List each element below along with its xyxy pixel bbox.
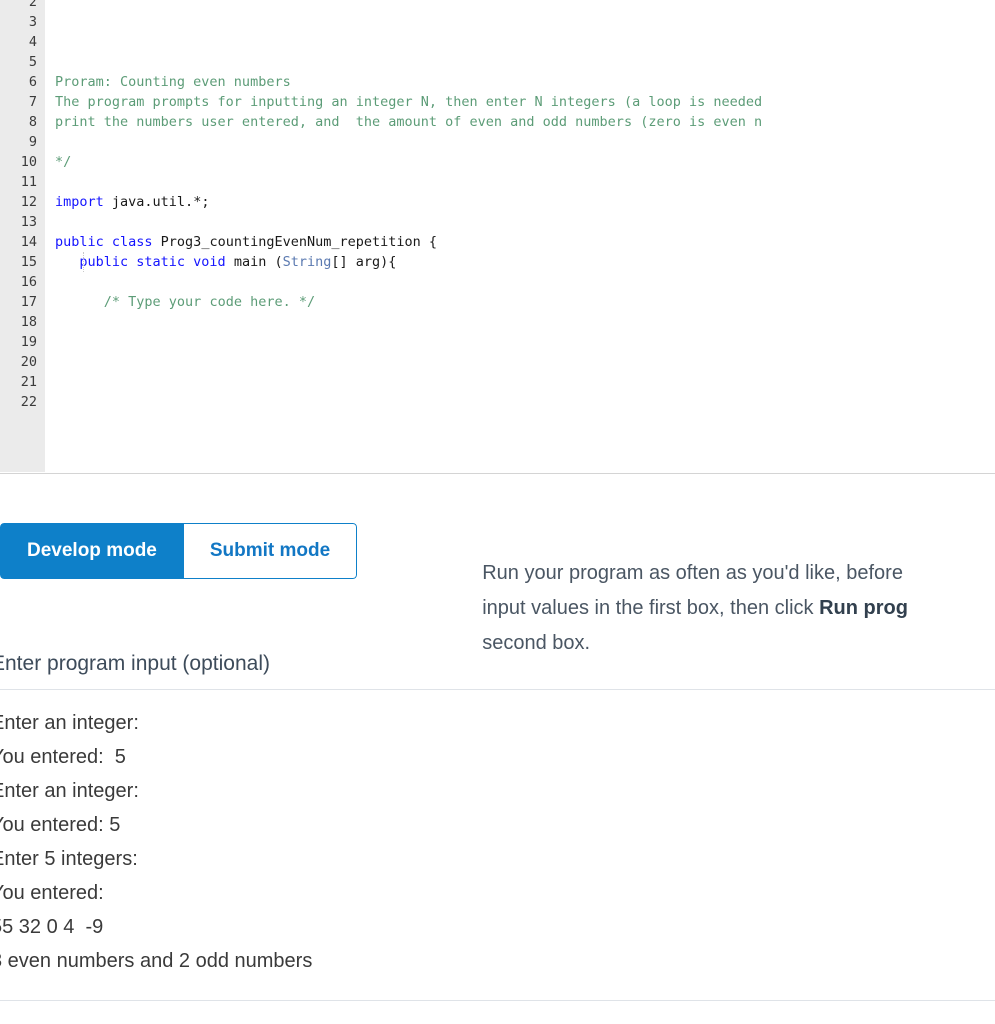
line-number: 12 xyxy=(20,194,37,210)
line-number: 20 xyxy=(20,354,37,370)
console-output-line: Enter 5 integers: xyxy=(0,848,138,870)
code-token: import xyxy=(55,194,104,210)
code-text-area[interactable]: Proram: Counting even numbers The program… xyxy=(45,0,995,472)
instructions-line-3: second box. xyxy=(482,632,591,654)
line-number: 8 xyxy=(28,114,37,130)
code-token: [] arg){ xyxy=(331,254,397,270)
code-line: The program prompts for inputting an int… xyxy=(55,92,995,112)
code-exercise-page: 2 3 4 5 6 7 8 9 10 11 12 13 14 15 16 17 18 19 20 21 22 Prora… xyxy=(0,0,995,1024)
code-token: Prog3_countingEvenNum_repetition { xyxy=(152,234,438,250)
run-instructions: Run your program as often as you'd like,… xyxy=(460,521,995,696)
console-output-line: You entered: 5 xyxy=(0,746,126,768)
code-token: main ( xyxy=(225,254,283,270)
console-output-line: Enter an integer: xyxy=(0,780,139,802)
indent-guide xyxy=(83,252,84,272)
code-editor[interactable]: 2 3 4 5 6 7 8 9 10 11 12 13 14 15 16 17 18 19 20 21 22 Prora… xyxy=(0,0,995,474)
line-number: 18 xyxy=(20,314,37,330)
line-number: 19 xyxy=(20,334,37,350)
code-token: String xyxy=(282,254,332,270)
code-line: /* Type your code here. */ xyxy=(55,292,995,312)
line-number: 6 xyxy=(28,74,37,90)
line-number: 2 xyxy=(28,0,37,10)
code-token: ; xyxy=(201,194,210,210)
line-number: 5 xyxy=(28,54,37,70)
code-token: public static void xyxy=(79,254,226,270)
line-number: 17 xyxy=(20,294,37,310)
code-token: */ xyxy=(55,154,72,170)
line-number: 13 xyxy=(20,214,37,230)
run-program-emphasis: Run prog xyxy=(819,597,908,619)
code-line: import java.util.*; xyxy=(55,192,995,212)
line-number: 7 xyxy=(28,94,37,110)
develop-mode-button[interactable]: Develop mode xyxy=(0,523,184,579)
line-number: 16 xyxy=(20,274,37,290)
code-line: print the numbers user entered, and the … xyxy=(55,112,995,132)
code-token: /* Type your code here. */ xyxy=(103,294,316,310)
code-line: public class Prog3_countingEvenNum_repet… xyxy=(55,232,995,252)
line-number: 3 xyxy=(28,14,37,30)
console-output-line: 55 32 0 4 -9 xyxy=(0,916,104,938)
code-line: */ xyxy=(55,152,995,172)
line-number: 9 xyxy=(28,134,37,150)
code-token: The program prompts for inputting an int… xyxy=(55,94,763,110)
instructions-line-2-pre: input values in the first box, then clic… xyxy=(482,597,820,619)
line-number-gutter: 2 3 4 5 6 7 8 9 10 11 12 13 14 15 16 17 18 19 20 21 22 xyxy=(0,0,45,472)
code-line: public static void main (String[] arg){ xyxy=(55,252,995,272)
instructions-line-1: Run your program as often as you'd like,… xyxy=(482,562,903,584)
code-token: java.util. xyxy=(103,194,194,210)
program-input-label: Enter program input (optional) xyxy=(0,652,270,675)
line-number: 15 xyxy=(20,254,37,270)
console-output-line: Enter an integer: xyxy=(0,712,139,734)
code-token: Proram: Counting even numbers xyxy=(55,74,291,90)
code-token: print the numbers user entered, and the … xyxy=(55,114,763,130)
line-number: 11 xyxy=(20,174,37,190)
line-number: 10 xyxy=(20,154,37,170)
line-number: 21 xyxy=(20,374,37,390)
output-divider xyxy=(0,1000,995,1001)
line-number: 22 xyxy=(20,394,37,410)
code-line: Proram: Counting even numbers xyxy=(55,72,995,92)
line-number: 14 xyxy=(20,234,37,250)
input-divider xyxy=(0,689,995,690)
mode-toggle-group: Develop mode Submit mode xyxy=(0,523,358,579)
console-output-line: You entered: 5 xyxy=(0,814,121,836)
console-output-line: You entered: xyxy=(0,882,104,904)
program-input-textarea[interactable]: Enter an integer: You entered: 5 Enter an … xyxy=(0,706,991,978)
submit-mode-button[interactable]: Submit mode xyxy=(183,523,358,579)
code-token: public class xyxy=(55,234,153,250)
line-number: 4 xyxy=(28,34,37,50)
console-output-line: 3 even numbers and 2 odd numbers xyxy=(0,950,313,972)
